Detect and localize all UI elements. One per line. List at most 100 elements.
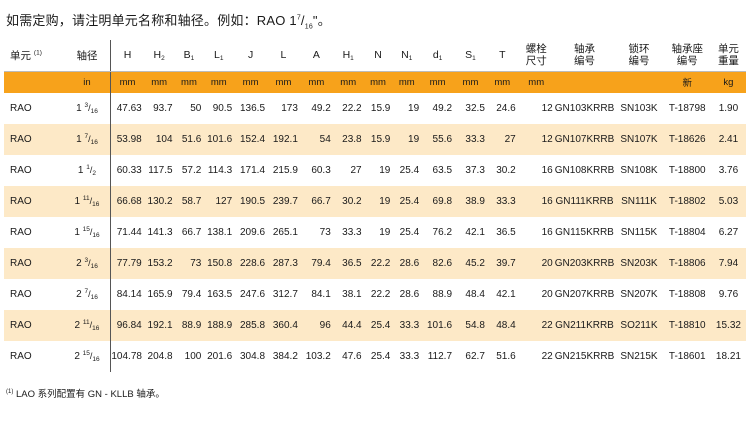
- col-N1: N1: [392, 40, 422, 72]
- cell-housing: T-18626: [663, 124, 711, 155]
- cell-B1: 57.2: [174, 155, 204, 186]
- cell-N1: 25.4: [392, 217, 422, 248]
- cell-housing: T-18601: [663, 341, 711, 372]
- cell-bearing: GN108KRRB: [554, 155, 615, 186]
- axis-whole: 1: [76, 134, 82, 145]
- cell-S1: 37.3: [454, 155, 487, 186]
- cell-L1: 90.5: [203, 93, 235, 124]
- cell-H1: 36.5: [332, 248, 364, 279]
- cell-B1: 50: [174, 93, 204, 124]
- cell-weight: 7.94: [710, 248, 746, 279]
- cell-T: 33.3: [486, 186, 518, 217]
- cell-T: 27: [486, 124, 518, 155]
- cell-lock: SN115K: [614, 217, 664, 248]
- cell-B1: 58.7: [174, 186, 204, 217]
- cell-housing: T-18808: [663, 279, 711, 310]
- cell-T: 36.5: [486, 217, 518, 248]
- table-row: RAO 1 7/16 53.98 104 51.6 101.6 152.4 192.1 54 23…: [4, 124, 746, 155]
- cell-H: 66.68: [110, 186, 144, 217]
- cell-L: 173: [267, 93, 300, 124]
- axis-denominator: 16: [90, 263, 98, 270]
- cell-A: 49.2: [299, 93, 333, 124]
- table-row: RAO 2 3/16 77.79 153.2 73 150.8 228.6 287.3 79.4…: [4, 248, 746, 279]
- unit-kg: kg: [710, 71, 746, 93]
- cell-d1: 55.6: [421, 124, 455, 155]
- cell-T: 48.4: [486, 310, 518, 341]
- cell-A: 60.3: [299, 155, 333, 186]
- header-row: 单元 (1) 轴径 H H2 B1 L1 J L A H1 N N1 d1 S1…: [4, 40, 746, 72]
- unit-mm: mm: [203, 71, 235, 93]
- cell-N: 25.4: [363, 341, 393, 372]
- cell-bearing: GN215KRRB: [554, 341, 615, 372]
- cell-N1: 25.4: [392, 155, 422, 186]
- dimensions-table: 单元 (1) 轴径 H H2 B1 L1 J L A H1 N N1 d1 S1…: [4, 40, 746, 372]
- cell-S1: 32.5: [454, 93, 487, 124]
- cell-axis: 2 11/16: [63, 310, 112, 341]
- cell-bearing: GN115KRRB: [554, 217, 615, 248]
- unit-mm: mm: [392, 71, 422, 93]
- cell-H2: 192.1: [143, 310, 175, 341]
- cell-S1: 45.2: [454, 248, 487, 279]
- cell-bearing: GN107KRRB: [554, 124, 615, 155]
- cell-N: 22.2: [363, 279, 393, 310]
- cell-housing: T-18804: [663, 217, 711, 248]
- cell-housing: T-18806: [663, 248, 711, 279]
- cell-J: 285.8: [234, 310, 268, 341]
- cell-axis: 2 3/16: [63, 248, 112, 279]
- unit-mm: mm: [332, 71, 364, 93]
- title-frac-num: 7: [296, 14, 301, 22]
- cell-B1: 88.9: [174, 310, 204, 341]
- cell-axis: 2 7/16: [63, 279, 112, 310]
- cell-S1: 38.9: [454, 186, 487, 217]
- cell-B1: 100: [174, 341, 204, 372]
- col-L1: L1: [203, 40, 235, 72]
- cell-bearing: GN111KRRB: [554, 186, 615, 217]
- cell-J: 136.5: [234, 93, 268, 124]
- cell-axis: 1 15/16: [63, 217, 112, 248]
- cell-L1: 101.6: [203, 124, 235, 155]
- cell-N1: 28.6: [392, 248, 422, 279]
- axis-numerator: 11: [82, 319, 90, 326]
- col-H: H: [110, 40, 144, 72]
- cell-unit: RAO: [4, 279, 64, 310]
- cell-bearing: GN207KRRB: [554, 279, 615, 310]
- cell-L1: 201.6: [203, 341, 235, 372]
- cell-housing: T-18798: [663, 93, 711, 124]
- cell-weight: 2.41: [710, 124, 746, 155]
- cell-H: 104.78: [110, 341, 144, 372]
- title-frac-den: 16: [304, 23, 313, 31]
- cell-housing: T-18800: [663, 155, 711, 186]
- cell-H1: 22.2: [332, 93, 364, 124]
- axis-numerator: 15: [82, 226, 90, 233]
- axis-whole: 2: [76, 289, 82, 300]
- cell-J: 171.4: [234, 155, 268, 186]
- cell-J: 152.4: [234, 124, 268, 155]
- axis-whole: 1: [74, 196, 81, 207]
- cell-J: 190.5: [234, 186, 268, 217]
- col-axis: 轴径: [63, 40, 112, 72]
- cell-weight: 9.76: [710, 279, 746, 310]
- cell-L1: 188.9: [203, 310, 235, 341]
- cell-lock: SN111K: [614, 186, 664, 217]
- axis-denominator: 16: [90, 139, 98, 146]
- unit-mm: mm: [143, 71, 175, 93]
- cell-J: 228.6: [234, 248, 268, 279]
- cell-d1: 49.2: [421, 93, 455, 124]
- cell-L1: 138.1: [203, 217, 235, 248]
- axis-whole: 1: [77, 165, 84, 176]
- cell-H2: 165.9: [143, 279, 175, 310]
- cell-S1: 62.7: [454, 341, 487, 372]
- cell-bolt: 16: [517, 186, 555, 217]
- cell-A: 96: [299, 310, 333, 341]
- cell-S1: 54.8: [454, 310, 487, 341]
- cell-weight: 3.76: [710, 155, 746, 186]
- cell-J: 209.6: [234, 217, 268, 248]
- cell-N1: 19: [392, 93, 422, 124]
- table-row: RAO 2 15/16 104.78 204.8 100 201.6 304.8 384.2 1…: [4, 341, 746, 372]
- col-housing: 轴承座 编号: [663, 40, 711, 72]
- cell-housing: T-18810: [663, 310, 711, 341]
- col-lock: 锁环 编号: [614, 40, 664, 72]
- cell-H2: 141.3: [143, 217, 175, 248]
- col-N: N: [363, 40, 393, 72]
- table-row: RAO 1 15/16 71.44 141.3 66.7 138.1 209.6 265.1 7…: [4, 217, 746, 248]
